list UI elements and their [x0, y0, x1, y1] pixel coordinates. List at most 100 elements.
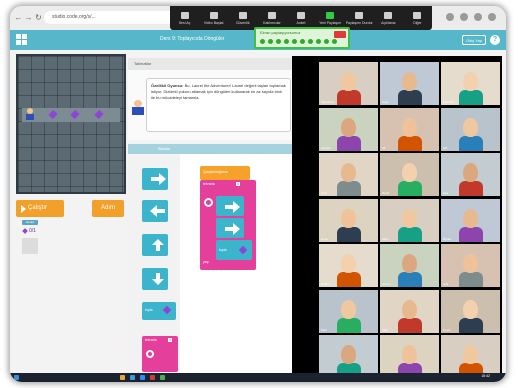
participant-video-tile[interactable]: Selin — [380, 198, 439, 242]
participant-video-tile[interactable]: Mehmet — [441, 62, 500, 105]
arrow-up-icon — [152, 239, 164, 251]
participant-video-tile[interactable]: Naz — [319, 335, 378, 378]
participant-name: Umut — [443, 327, 451, 332]
zoom-new-share-button[interactable]: Yeni Paylaşım — [317, 11, 343, 25]
participant-name: Ece — [443, 191, 449, 195]
participant-video-tile[interactable]: Ada — [441, 244, 500, 287]
zoom-gallery: Öğretmen Ayşe Mehmet Zeynep Ali Elif Can Deniz E… — [292, 56, 502, 378]
participant-face — [402, 345, 417, 364]
code-org-logo-icon[interactable] — [16, 34, 28, 46]
folder-icon[interactable] — [120, 375, 125, 380]
counter-box — [22, 238, 38, 254]
block-move-right[interactable] — [216, 218, 244, 238]
block-when-run[interactable]: Çalıştırıldığında — [200, 166, 250, 180]
participant-body — [398, 226, 422, 242]
participant-video-tile[interactable]: Mert — [319, 289, 378, 333]
participant-video-tile[interactable]: Ece — [441, 153, 500, 196]
help-icon[interactable]: ? — [490, 35, 500, 45]
participant-video-tile[interactable]: Can — [319, 153, 378, 196]
zoom-poll-button[interactable]: Anket — [288, 11, 314, 25]
participant-name: Ada — [443, 282, 449, 286]
sign-in-button[interactable]: Giriş Yap — [462, 35, 486, 45]
block-move-right[interactable] — [216, 196, 244, 216]
reload-icon[interactable]: ↻ — [34, 13, 43, 22]
start-icon[interactable] — [14, 375, 19, 380]
stop-share-icon[interactable] — [334, 31, 346, 38]
participant-body — [459, 90, 483, 105]
zoom-mic-button[interactable]: Sesi Aç — [172, 11, 198, 25]
participant-face — [402, 299, 417, 319]
annotate-icon — [384, 11, 393, 19]
participant-name: Kerem — [382, 282, 391, 286]
participant-body — [398, 135, 422, 151]
participant-video-tile[interactable]: Burak — [441, 198, 500, 242]
poll-icon — [296, 11, 305, 19]
arrow-left-icon[interactable]: ← — [14, 13, 23, 22]
extension-icon[interactable] — [446, 13, 454, 21]
run-button[interactable]: Çalıştır — [16, 200, 64, 217]
participant-name: Emre — [321, 236, 329, 241]
menu-icon[interactable] — [488, 13, 496, 21]
arrow-right-icon — [225, 201, 240, 213]
shield-icon — [238, 11, 247, 19]
participant-video-tile[interactable]: Ali — [380, 107, 439, 151]
zoom-pause-share-button[interactable]: Paylaşımı Durdur — [346, 11, 373, 25]
participant-name: Burak — [443, 236, 451, 241]
participant-name: Zeynep — [321, 145, 332, 150]
share-icon — [326, 11, 335, 19]
bookmark-icon[interactable] — [460, 13, 468, 21]
zoom-security-button[interactable]: Güvenlik — [230, 11, 256, 25]
block-collect[interactable]: topla — [142, 302, 176, 320]
instructions-title: Özellikli Oyuncu: — [151, 83, 184, 88]
zoom-more-button[interactable]: Diğer — [404, 11, 430, 25]
lesson-title: Ders 9: Toplayıcıda Döngüler — [160, 36, 225, 42]
gem-counter: 0/1 — [22, 228, 36, 234]
participant-video-tile[interactable]: Deniz — [380, 153, 439, 196]
zoom-video-button[interactable]: Video Başlat — [201, 11, 227, 25]
zoom-participants-button[interactable]: Katılımcılar — [259, 11, 285, 25]
participant-video-tile[interactable]: Defne — [319, 244, 378, 287]
toolbox-header: Bloklar — [128, 144, 293, 154]
participant-video-tile[interactable]: Kerem — [380, 244, 439, 287]
participant-video-tile[interactable]: Duru — [441, 335, 500, 378]
participant-name: İpek — [382, 327, 388, 332]
participant-video-tile[interactable]: Ege — [380, 335, 439, 378]
share-status-text: Ekran paylaşıyorsunuz — [260, 30, 301, 35]
share-progress — [260, 39, 337, 44]
block-move-up[interactable] — [142, 234, 168, 256]
participant-video-tile[interactable]: Zeynep — [319, 107, 378, 151]
block-collect[interactable]: topla — [216, 240, 252, 260]
participant-video-tile[interactable]: Elif — [441, 107, 500, 151]
app-icon[interactable] — [160, 375, 165, 380]
participant-body — [398, 272, 422, 287]
participant-video-tile[interactable]: Ayşe — [380, 62, 439, 105]
block-move-left[interactable] — [142, 200, 168, 222]
participant-video-tile[interactable]: Öğretmen — [319, 62, 378, 105]
mic-icon — [180, 11, 189, 19]
block-repeat[interactable]: tekrarla 3 — [142, 336, 178, 372]
pause-icon — [355, 11, 364, 19]
participant-video-tile[interactable]: İpek — [380, 289, 439, 333]
profile-icon[interactable] — [474, 13, 482, 21]
gem-icon — [22, 228, 28, 234]
laurel-character-icon — [26, 108, 34, 120]
participant-face — [341, 117, 356, 137]
zoom-annotate-button[interactable]: Açıklama — [375, 11, 401, 25]
block-move-right[interactable] — [142, 168, 168, 190]
participant-body — [337, 226, 361, 242]
participant-body — [459, 272, 483, 287]
participant-face — [463, 345, 478, 364]
more-icon — [413, 11, 422, 19]
participant-name: Mert — [321, 327, 327, 332]
screen-frame: ← → ↻ studio.code.org/s/... Sesi Aç Vide… — [10, 6, 506, 382]
participant-body — [398, 181, 422, 196]
block-toolbox: topla tekrarla 3 — [128, 154, 181, 374]
block-move-down[interactable] — [142, 268, 168, 290]
zoom-icon[interactable] — [140, 375, 145, 380]
browser-icon[interactable] — [130, 375, 135, 380]
arrow-right-icon[interactable]: → — [24, 13, 33, 22]
app-icon[interactable] — [150, 375, 155, 380]
participant-video-tile[interactable]: Umut — [441, 289, 500, 333]
step-button[interactable]: Adım — [92, 200, 124, 217]
participant-video-tile[interactable]: Emre — [319, 198, 378, 242]
